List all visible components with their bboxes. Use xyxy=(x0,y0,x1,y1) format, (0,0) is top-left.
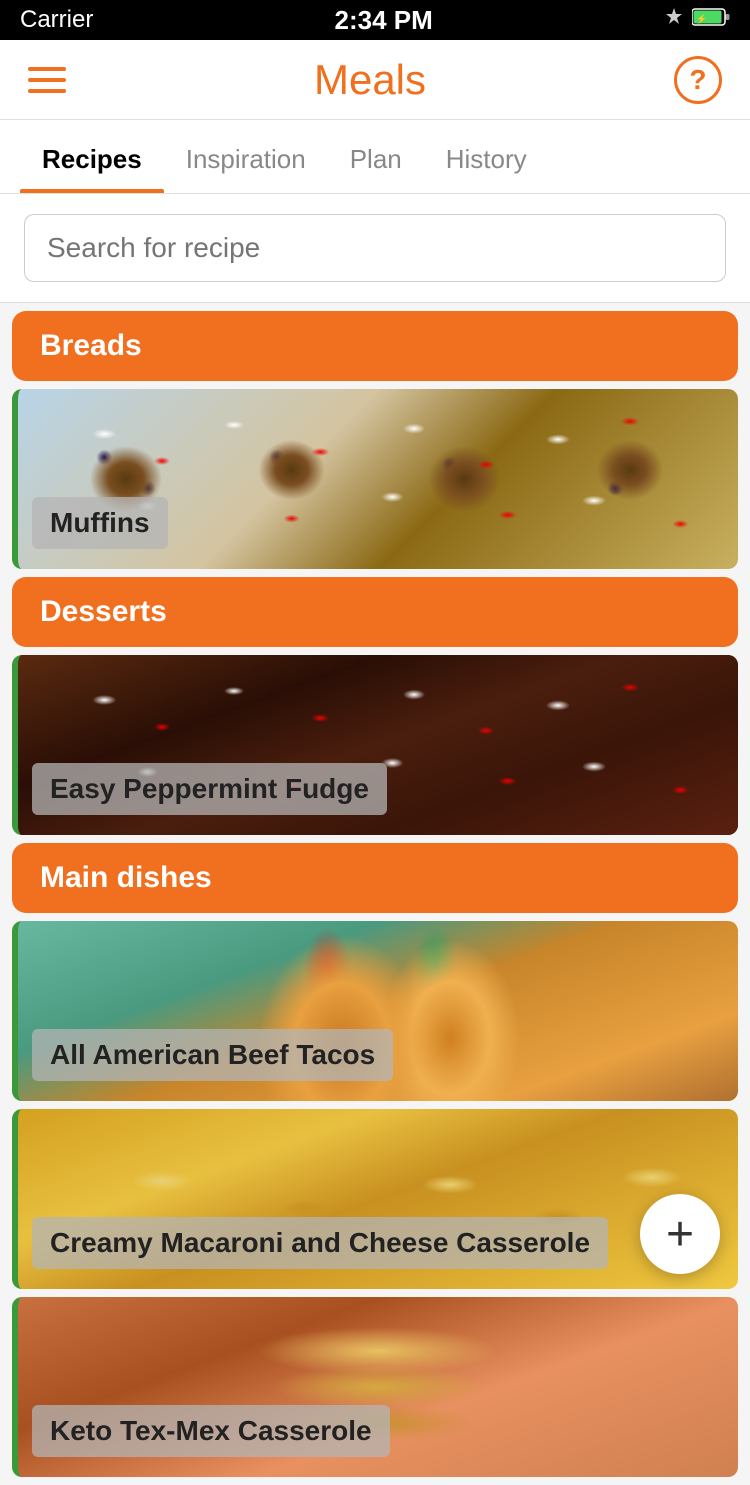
add-recipe-button[interactable]: + xyxy=(640,1194,720,1274)
status-time: 2:34 PM xyxy=(335,5,433,36)
tab-inspiration[interactable]: Inspiration xyxy=(164,120,328,193)
search-input[interactable] xyxy=(24,214,726,282)
recipe-label-muffins: Muffins xyxy=(32,497,168,549)
status-bar: Carrier 2:34 PM ⚡ xyxy=(0,0,750,40)
help-button[interactable]: ? xyxy=(674,56,722,104)
recipe-label-mac-cheese: Creamy Macaroni and Cheese Casserole xyxy=(32,1217,608,1269)
app-header: Meals ? xyxy=(0,40,750,120)
category-desserts-label: Desserts xyxy=(40,595,167,628)
tab-recipes[interactable]: Recipes xyxy=(20,120,164,193)
location-icon xyxy=(664,6,684,35)
tab-bar: Recipes Inspiration Plan History xyxy=(0,120,750,194)
recipe-card-tacos[interactable]: All American Beef Tacos xyxy=(12,921,738,1101)
recipe-card-fudge[interactable]: Easy Peppermint Fudge xyxy=(12,655,738,835)
tab-plan[interactable]: Plan xyxy=(328,120,424,193)
tab-history[interactable]: History xyxy=(424,120,549,193)
category-main-dishes-header[interactable]: Main dishes xyxy=(12,843,738,913)
category-breads-label: Breads xyxy=(40,329,142,362)
category-main-dishes-label: Main dishes xyxy=(40,861,212,894)
add-icon: + xyxy=(666,1207,694,1262)
recipe-card-mac-cheese[interactable]: Creamy Macaroni and Cheese Casserole xyxy=(12,1109,738,1289)
category-desserts-header[interactable]: Desserts xyxy=(12,577,738,647)
status-right: ⚡ xyxy=(664,6,730,35)
svg-text:⚡: ⚡ xyxy=(696,13,707,25)
battery-icon: ⚡ xyxy=(692,6,730,35)
app-title: Meals xyxy=(314,56,426,104)
category-breads-header[interactable]: Breads xyxy=(12,311,738,381)
carrier-label: Carrier xyxy=(20,6,93,34)
search-container xyxy=(0,194,750,303)
menu-button[interactable] xyxy=(28,67,66,93)
recipe-label-fudge: Easy Peppermint Fudge xyxy=(32,763,387,815)
recipes-content: Breads Muffins Desserts Easy Peppermint … xyxy=(0,311,750,1477)
status-left: Carrier xyxy=(20,6,103,34)
recipe-label-tacos: All American Beef Tacos xyxy=(32,1029,393,1081)
recipe-card-muffins[interactable]: Muffins xyxy=(12,389,738,569)
recipe-label-keto-casserole: Keto Tex-Mex Casserole xyxy=(32,1405,390,1457)
recipe-card-keto-casserole[interactable]: Keto Tex-Mex Casserole xyxy=(12,1297,738,1477)
